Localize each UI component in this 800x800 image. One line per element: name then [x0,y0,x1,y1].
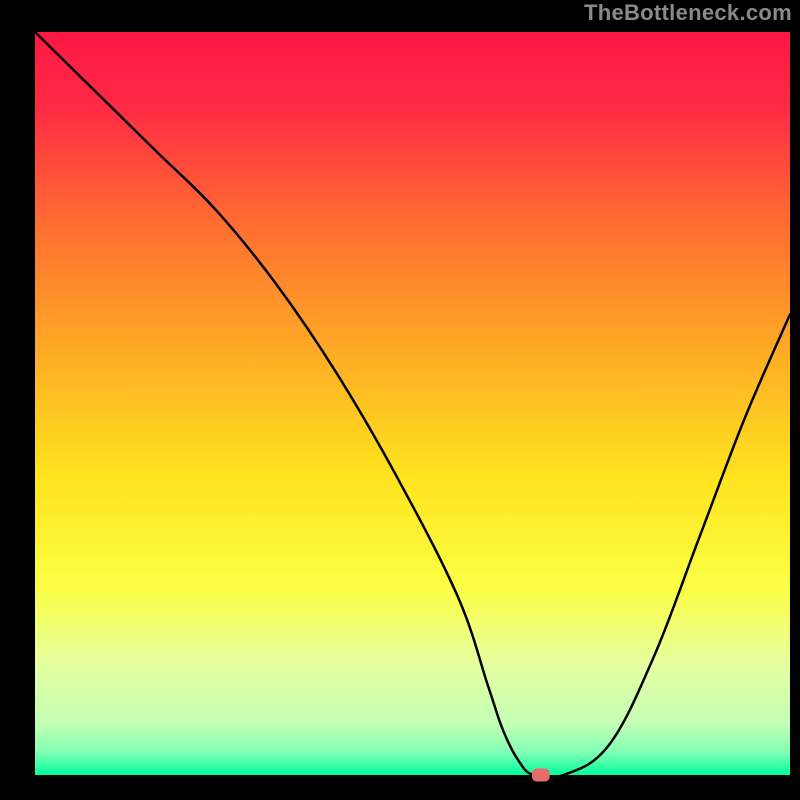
optimal-marker [533,769,550,781]
chart-stage: TheBottleneck.com [0,0,800,800]
watermark-text: TheBottleneck.com [584,0,792,26]
bottleneck-chart [0,0,800,800]
